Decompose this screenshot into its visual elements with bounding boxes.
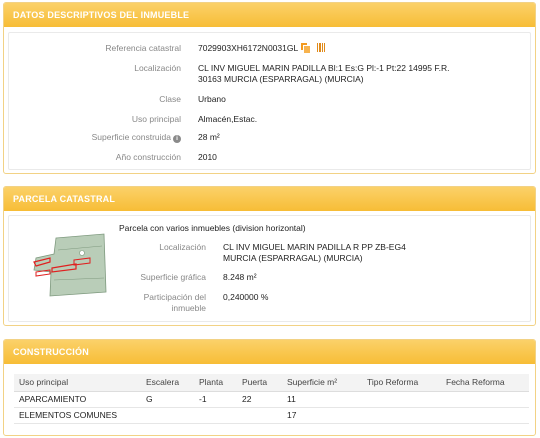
participation-value: 0,240000 % <box>223 292 269 302</box>
use-label: Uso principal <box>131 114 181 124</box>
info-icon[interactable]: i <box>173 135 181 143</box>
year-value: 2010 <box>198 152 217 162</box>
parcel-area-value: 8.248 m² <box>223 272 257 282</box>
class-value: Urbano <box>198 94 226 104</box>
col-header-floor: Planta <box>194 374 237 392</box>
cell-use: ELEMENTOS COMUNES <box>14 407 141 424</box>
cell-door <box>237 407 282 424</box>
cell-floor <box>194 407 237 424</box>
cell-reform-type <box>362 391 441 408</box>
col-header-reform-type: Tipo Reforma <box>362 374 441 392</box>
col-header-reform-date: Fecha Reforma <box>441 374 529 392</box>
ref-value[interactable]: 7029903XH6172N0031GL <box>198 43 298 53</box>
descriptive-data-header: DATOS DESCRIPTIVOS DEL INMUEBLE <box>4 3 535 27</box>
participation-label-line-2: inmueble <box>171 303 207 313</box>
location-value: CL INV MIGUEL MARIN PADILLA Bl:1 Es:G Pl… <box>198 63 449 85</box>
table-row: APARCAMIENTO G -1 22 11 <box>14 391 529 408</box>
construction-panel: CONSTRUCCIÓN Uso principal Escalera Plan… <box>3 339 536 436</box>
parcel-area-label: Superficie gráfica <box>140 272 206 282</box>
year-label: Año construcción <box>115 152 181 162</box>
cell-area: 17 <box>282 407 362 424</box>
cell-floor: -1 <box>194 391 237 408</box>
parcel-subtitle: Parcela con varios inmuebles (division h… <box>119 223 306 233</box>
built-area-label-row: Superficie construida i <box>9 132 181 143</box>
parcel-panel: PARCELA CATASTRAL Parcela con varios inm… <box>3 186 536 326</box>
col-header-use: Uso principal <box>14 374 141 392</box>
cell-area: 11 <box>282 391 362 408</box>
parcel-location-value: CL INV MIGUEL MARIN PADILLA R PP ZB-EG4 … <box>223 242 406 264</box>
construction-table-header-row: Uso principal Escalera Planta Puerta Sup… <box>14 374 529 392</box>
built-area-value: 28 m² <box>198 132 220 142</box>
parcel-location-label: Localización <box>159 242 206 252</box>
location-line-1: CL INV MIGUEL MARIN PADILLA Bl:1 Es:G Pl… <box>198 63 450 73</box>
copy-icon[interactable] <box>301 43 312 54</box>
parcel-header: PARCELA CATASTRAL <box>4 187 535 211</box>
parcel-location-line-2: MURCIA (ESPARRAGAL) (MURCIA) <box>223 253 363 263</box>
use-value: Almacén,Estac. <box>198 114 258 124</box>
cell-stair: G <box>141 391 194 408</box>
construction-table: Uso principal Escalera Planta Puerta Sup… <box>14 374 529 424</box>
built-area-label: Superficie construida <box>91 132 171 142</box>
col-header-door: Puerta <box>237 374 282 392</box>
cell-stair <box>141 407 194 424</box>
cell-door: 22 <box>237 391 282 408</box>
class-label: Clase <box>159 94 181 104</box>
descriptive-data-panel: DATOS DESCRIPTIVOS DEL INMUEBLE Referenc… <box>3 2 536 174</box>
ref-label: Referencia catastral <box>105 43 181 53</box>
cell-reform-date <box>441 407 529 424</box>
cell-reform-date <box>441 391 529 408</box>
cell-use: APARCAMIENTO <box>14 391 141 408</box>
location-label: Localización <box>134 63 181 73</box>
col-header-area: Superficie m² <box>282 374 362 392</box>
parcel-location-line-1: CL INV MIGUEL MARIN PADILLA R PP ZB-EG4 <box>223 242 406 252</box>
cell-reform-type <box>362 407 441 424</box>
parcel-box: Parcela con varios inmuebles (division h… <box>8 215 531 322</box>
participation-label-line-1: Participación del <box>143 292 206 302</box>
ref-value-row: 7029903XH6172N0031GL <box>198 43 326 54</box>
descriptive-data-box: Referencia catastral 7029903XH6172N0031G… <box>8 32 531 170</box>
barcode-icon[interactable] <box>317 43 326 52</box>
location-line-2: 30163 MURCIA (ESPARRAGAL) (MURCIA) <box>198 74 364 84</box>
table-row: ELEMENTOS COMUNES 17 <box>14 407 529 424</box>
participation-label: Participación del inmueble <box>9 292 206 314</box>
construction-header: CONSTRUCCIÓN <box>4 340 535 364</box>
col-header-stair: Escalera <box>141 374 194 392</box>
